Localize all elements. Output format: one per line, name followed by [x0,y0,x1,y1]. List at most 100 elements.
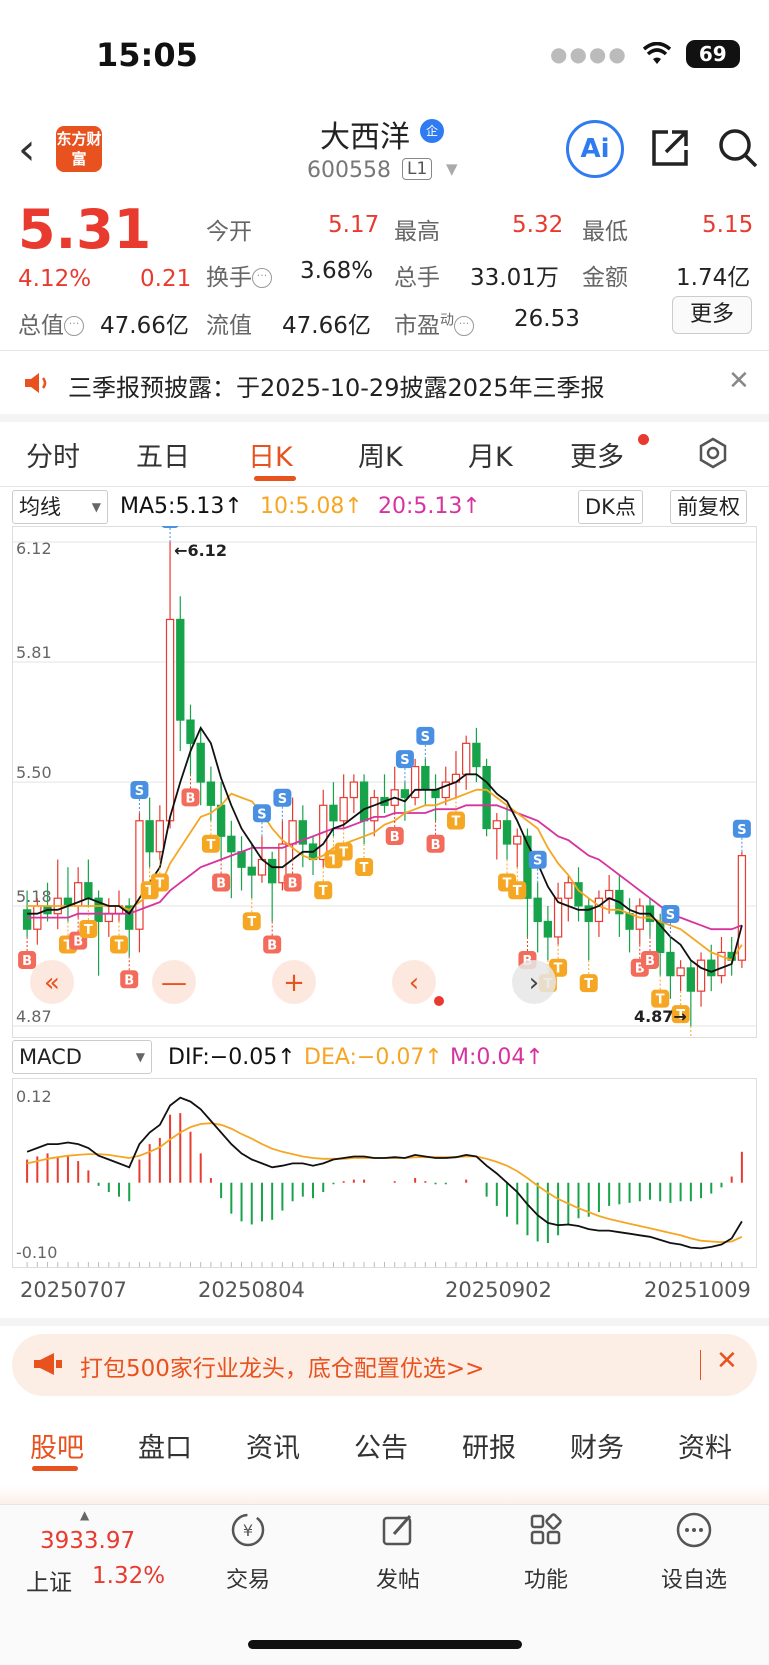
mktcap-value: 47.66亿 [100,313,189,339]
index-change[interactable]: 1.32% [92,1563,165,1589]
signal-label: B [22,954,32,969]
notification-dot [638,434,649,445]
chevron-left-icon[interactable]: ‹ [409,968,419,998]
back-button[interactable]: ‹ [18,128,36,172]
share-icon[interactable] [648,126,692,170]
tab-announcements[interactable]: 公告 [354,1426,408,1465]
nav-watchlist[interactable]: 设自选 [624,1510,764,1594]
candle [472,742,481,768]
double-left-icon[interactable]: « [44,968,60,998]
level-badge[interactable]: L1 [402,158,433,180]
promo-text[interactable]: 打包500家行业龙头，底仓配置优选>> [80,1349,484,1383]
index-value[interactable]: 3933.97 [40,1528,135,1554]
more-dots-icon[interactable]: ··· [64,316,84,336]
tab-research[interactable]: 研报 [462,1426,516,1465]
gear-icon[interactable] [696,436,730,470]
y-axis-label: 5.18 [16,887,52,906]
candle [513,835,522,845]
open-label: 今开 [206,219,252,245]
divider [0,1318,769,1326]
home-indicator [248,1640,522,1649]
ma5-legend: MA5:5.13↑ [120,494,243,519]
candle [533,897,542,923]
more-dots-icon[interactable]: ··· [454,316,474,336]
signal-label: B [431,838,441,853]
trade-icon: ¥ [231,1513,265,1547]
tab-profile[interactable]: 资料 [678,1426,732,1465]
tab-daily-k[interactable]: 日K [248,435,293,474]
chevron-right-icon[interactable]: › [529,968,539,998]
y-axis-label: 5.50 [16,763,52,782]
macd-select[interactable]: MACD ▼ [12,1040,152,1074]
more-button[interactable]: 更多 [672,296,752,334]
content-peek [0,1486,769,1506]
signal-icon: ●●●● [550,42,628,66]
candle [737,855,747,961]
candle [564,882,573,899]
signal-label: T [513,884,522,899]
tab-orderbook[interactable]: 盘口 [138,1426,192,1465]
stock-code[interactable]: 600558 [307,158,391,183]
kline-chart[interactable]: 6.125.815.505.184.87BTBTTBSTTSBTBTSBSBTT… [12,526,757,1038]
signal-label: S [400,753,409,768]
tab-five-day[interactable]: 五日 [136,435,190,474]
candle [421,765,430,791]
zoom-out-icon[interactable]: — [161,968,187,998]
wifi-icon [642,42,671,64]
zoom-in-icon[interactable]: + [283,968,305,998]
chevron-down-icon: ▼ [91,500,101,514]
macd-chart[interactable]: 0.12 -0.10 [12,1078,757,1268]
tab-news[interactable]: 资讯 [246,1426,300,1465]
nav-post[interactable]: 发帖 [328,1510,468,1594]
candle [145,820,154,853]
close-icon[interactable]: ✕ [716,1346,738,1376]
candle [686,967,696,992]
close-icon[interactable]: ✕ [728,366,750,396]
app-logo: 东方财富 [56,126,102,172]
signal-label: S [533,854,542,869]
dk-point-button[interactable]: DK点 [578,490,643,524]
candle [186,719,195,744]
pe-label: 市盈动 ··· [394,306,474,340]
tab-financials[interactable]: 财务 [570,1426,624,1465]
more-dots-icon[interactable]: ··· [252,268,272,288]
notice-text[interactable]: 三季报预披露：于2025-10-29披露2025年三季报 [68,368,605,403]
candle [349,781,359,799]
nav-trade[interactable]: ¥ 交易 [178,1510,318,1594]
tab-more[interactable]: 更多 [570,435,624,474]
candle [165,618,175,822]
ai-assistant-button[interactable]: Ai [566,120,624,178]
m-legend: M:0.04↑ [450,1045,544,1070]
signal-label: B [645,954,655,969]
amount-value: 1.74亿 [676,265,751,291]
adjust-button[interactable]: 前复权 [670,490,747,524]
grid-icon [530,1513,562,1545]
date-label: 20250707 [20,1278,127,1302]
tab-monthly-k[interactable]: 月K [468,435,513,474]
candle [155,820,165,853]
tab-intraday[interactable]: 分时 [26,435,80,474]
tab-forum[interactable]: 股吧 [30,1426,84,1465]
signal-label: S [666,908,675,923]
ma10-legend: 10:5.08↑ [260,494,363,519]
divider [0,486,769,487]
indicator-select[interactable]: 均线 ▼ [12,490,108,524]
caret-up-icon[interactable]: ▲ [80,1508,89,1522]
enterprise-badge-icon: 企 [420,119,444,143]
chevron-down-icon[interactable]: ▼ [446,160,458,178]
candle [22,909,32,930]
candle [666,951,675,977]
min-price-label: 4.87→ [634,1007,687,1026]
signal-label: T [452,815,461,830]
nav-functions[interactable]: 功能 [476,1510,616,1594]
dif-legend: DIF:−0.05↑ [168,1045,296,1070]
search-icon[interactable] [716,126,760,170]
candle [696,959,706,992]
turnover-label: 换手 ··· [206,258,272,292]
signal-label: T [84,923,93,938]
index-name[interactable]: 上证 [26,1563,72,1597]
current-price: 5.31 [18,198,152,261]
candle [104,913,113,923]
tab-weekly-k[interactable]: 周K [358,435,403,474]
signal-label: S [135,784,144,799]
